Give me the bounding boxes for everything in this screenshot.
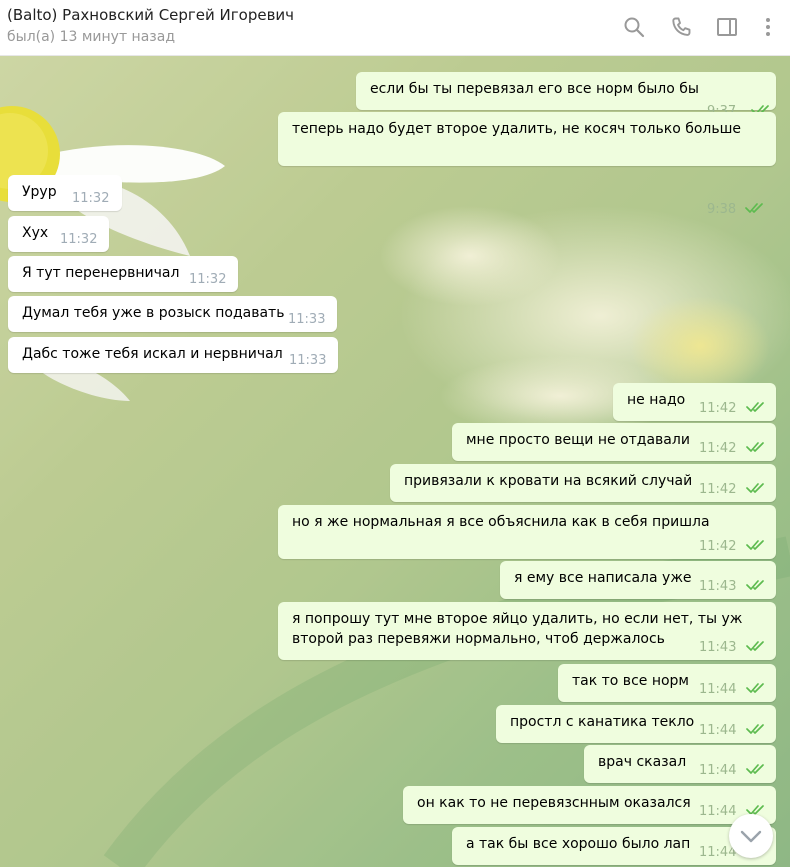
chat-area[interactable]: если бы ты перевязал его все норм было б… <box>0 56 790 867</box>
outgoing-message[interactable]: если бы ты перевязал его все норм было б… <box>356 72 776 119</box>
message-time: 11:43 <box>699 579 737 594</box>
message-text: Думал тебя уже в розыск подавать <box>22 305 285 321</box>
read-double-check-icon <box>746 764 764 774</box>
message-time: 11:33 <box>288 312 326 327</box>
incoming-message[interactable]: Дабс тоже тебя искал и нервничал 11:33 <box>8 337 338 373</box>
read-double-check-icon <box>745 203 763 213</box>
message-time: 11:42 <box>699 482 737 497</box>
chevron-down-icon <box>740 830 762 843</box>
message-text: Дабс тоже тебя искал и нервничал <box>22 346 283 362</box>
outgoing-message[interactable]: я попрошу тут мне второе яйцо удалить, н… <box>278 602 776 660</box>
message-text: не надо <box>627 392 686 408</box>
read-double-check-icon <box>746 724 764 734</box>
message-time: 11:32 <box>189 272 227 287</box>
message-time: 11:42 <box>699 441 737 456</box>
outgoing-message[interactable]: не надо 11:42 <box>613 383 776 421</box>
phone-icon[interactable] <box>669 15 693 39</box>
scroll-down-button[interactable] <box>729 814 773 858</box>
outgoing-message[interactable]: он как то не перевязснным оказался 11:44 <box>403 786 776 824</box>
chat-title[interactable]: (Balto) Рахновский Сергей Игоревич <box>7 6 294 24</box>
message-text: теперь надо будет второе удалить, не кос… <box>292 121 742 137</box>
more-vert-icon[interactable] <box>756 15 780 39</box>
message-text: если бы ты перевязал его все норм было б… <box>370 81 699 97</box>
message-text: врач сказал <box>598 754 687 770</box>
message-text: я попрошу тут мне второе яйцо удалить, н… <box>292 611 743 647</box>
read-double-check-icon <box>746 580 764 590</box>
message-time: 11:43 <box>699 640 737 655</box>
read-double-check-icon <box>746 483 764 493</box>
message-time: 11:42 <box>699 401 737 416</box>
read-double-check-icon <box>746 540 764 550</box>
incoming-message[interactable]: Думал тебя уже в розыск подавать 11:33 <box>8 296 337 332</box>
message-time: 11:44 <box>699 763 737 778</box>
outgoing-message[interactable]: я ему все написала уже 11:43 <box>500 561 776 599</box>
message-text: но я же нормальная я все объяснила как в… <box>292 514 710 530</box>
message-time: 11:32 <box>60 232 98 247</box>
incoming-message[interactable]: Урур 11:32 <box>8 175 122 211</box>
read-double-check-icon <box>746 683 764 693</box>
read-double-check-icon <box>746 402 764 412</box>
search-icon[interactable] <box>622 15 646 39</box>
message-time: 11:42 <box>699 539 737 554</box>
message-time: 9:38 <box>707 202 737 217</box>
last-seen-status: был(а) 13 минут назад <box>7 29 175 45</box>
outgoing-message[interactable]: так то все норм 11:44 <box>558 664 776 702</box>
incoming-message[interactable]: Хух 11:32 <box>8 216 109 252</box>
chat-header: (Balto) Рахновский Сергей Игоревич был(а… <box>0 0 790 56</box>
message-time: 11:32 <box>72 191 110 206</box>
outgoing-message[interactable]: теперь надо будет второе удалить, не кос… <box>278 112 776 217</box>
outgoing-message[interactable]: простл с канатика текло 11:44 <box>496 705 776 743</box>
message-time: 11:44 <box>699 682 737 697</box>
read-double-check-icon <box>746 641 764 651</box>
message-time: 11:44 <box>699 723 737 738</box>
sidebar-toggle-icon[interactable] <box>715 15 739 39</box>
outgoing-message[interactable]: а так бы все хорошо было лап 11:44 <box>452 827 776 865</box>
incoming-message[interactable]: Я тут перенервничал 11:32 <box>8 256 238 292</box>
outgoing-message[interactable]: врач сказал 11:44 <box>584 745 776 783</box>
outgoing-message[interactable]: мне просто вещи не отдавали 11:42 <box>452 423 776 461</box>
outgoing-message[interactable]: но я же нормальная я все объяснила как в… <box>278 505 776 559</box>
outgoing-message[interactable]: привязали к кровати на всякий случай 11:4… <box>390 464 776 502</box>
message-time: 11:33 <box>289 353 327 368</box>
read-double-check-icon <box>746 442 764 452</box>
